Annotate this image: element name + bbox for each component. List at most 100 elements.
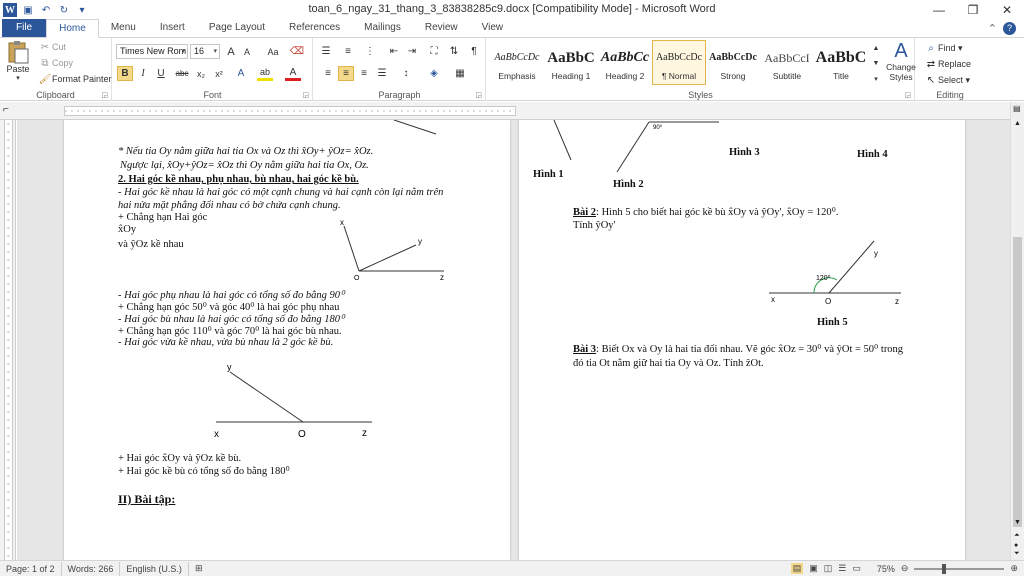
tab-insert[interactable]: Insert bbox=[148, 19, 197, 37]
shrink-font-button[interactable]: A bbox=[239, 44, 255, 59]
save-icon[interactable]: ▣ bbox=[21, 3, 35, 17]
styles-dialog-launcher-icon[interactable]: ◲ bbox=[904, 91, 911, 99]
replace-button[interactable]: ⇄ Replace bbox=[924, 57, 971, 71]
close-button[interactable]: ✕ bbox=[990, 0, 1024, 20]
format-painter-button[interactable]: 🖌 Format Painter bbox=[38, 72, 112, 86]
document-canvas[interactable]: x y O z y x O z * Nếu tia Oy nằm giữa ha… bbox=[17, 120, 1010, 560]
find-button[interactable]: ⌕ Find ▾ bbox=[924, 41, 962, 55]
tab-menu[interactable]: Menu bbox=[99, 19, 148, 37]
strikethrough-button[interactable]: abc bbox=[173, 66, 191, 81]
select-button[interactable]: ↖ Select ▾ bbox=[924, 73, 970, 87]
fig2-ray-oy bbox=[229, 371, 304, 423]
style-item[interactable]: AaBbCcDc Strong bbox=[706, 40, 760, 85]
style-item[interactable]: AaBbCcI Subtitle bbox=[760, 40, 814, 85]
align-right-icon[interactable]: ≡ bbox=[356, 66, 372, 81]
dialog-launcher-icon[interactable]: ◲ bbox=[101, 91, 108, 99]
style-item[interactable]: AaBbC Title bbox=[814, 40, 868, 85]
font-name-combo[interactable]: Times New Rom ▾ bbox=[116, 44, 188, 59]
page-count[interactable]: Page: 1 of 2 bbox=[0, 561, 62, 576]
full-screen-icon[interactable]: ▣ bbox=[809, 563, 818, 574]
bullets-icon[interactable]: ☰ bbox=[318, 44, 334, 59]
shading-icon[interactable]: ◈ bbox=[426, 66, 442, 81]
style-item[interactable]: AaBbCcDc ¶ Normal bbox=[652, 40, 706, 85]
multilevel-list-icon[interactable]: ⋮ bbox=[362, 44, 378, 59]
restore-button[interactable]: ❐ bbox=[956, 0, 990, 20]
show-marks-button[interactable]: ¶ bbox=[466, 44, 482, 59]
horizontal-ruler[interactable]: ⌐ bbox=[0, 102, 1024, 120]
zoom-in-icon[interactable]: ⊕ bbox=[1010, 563, 1018, 574]
italic-button[interactable]: I bbox=[135, 66, 151, 81]
next-page-icon[interactable]: ⏷ bbox=[1014, 550, 1020, 558]
font-label: Font bbox=[203, 90, 222, 100]
numbering-icon[interactable]: ≡ bbox=[340, 44, 356, 59]
scroll-up-icon[interactable]: ▲ bbox=[1014, 120, 1021, 127]
page-1[interactable]: x y O z y x O z * Nếu tia Oy nằm giữa ha… bbox=[64, 120, 510, 560]
zoom-slider-handle[interactable] bbox=[942, 563, 947, 574]
chinese-layout-icon[interactable]: ⛶ bbox=[426, 44, 442, 59]
text-effects-icon[interactable]: A bbox=[233, 66, 249, 81]
vertical-ruler[interactable] bbox=[0, 120, 16, 560]
redo-icon[interactable]: ↻ bbox=[57, 3, 71, 17]
word-logo-icon[interactable]: W bbox=[3, 3, 17, 17]
style-item[interactable]: AaBbCcDc Emphasis bbox=[490, 40, 544, 85]
clear-format-icon[interactable]: ⌫ bbox=[289, 44, 305, 59]
paste-button[interactable]: Paste ▾ bbox=[4, 40, 32, 82]
underline-button[interactable]: U bbox=[153, 66, 169, 81]
tab-references[interactable]: References bbox=[277, 19, 352, 37]
highlight-button[interactable]: ab bbox=[257, 66, 273, 81]
language[interactable]: English (U.S.) bbox=[120, 561, 189, 576]
outline-icon[interactable]: ☰ bbox=[838, 563, 846, 574]
draft-icon[interactable]: ▭ bbox=[852, 563, 861, 574]
ruler-toggle-icon[interactable]: ▤ bbox=[1013, 104, 1021, 113]
zoom-slider[interactable] bbox=[914, 563, 1005, 574]
scrollbar-thumb[interactable] bbox=[1013, 237, 1022, 527]
subscript-button[interactable]: x₂ bbox=[193, 66, 209, 81]
macro-icon[interactable]: ⊞ bbox=[189, 563, 203, 574]
tab-mailings[interactable]: Mailings bbox=[352, 19, 413, 37]
sort-icon[interactable]: ⇅ bbox=[446, 44, 462, 59]
font-dialog-launcher-icon[interactable]: ◲ bbox=[302, 91, 309, 99]
help-icon[interactable]: ? bbox=[1003, 21, 1016, 35]
web-layout-icon[interactable]: ◫ bbox=[824, 563, 833, 574]
zoom-out-icon[interactable]: ⊖ bbox=[901, 563, 909, 574]
change-styles-button[interactable]: A Change Styles bbox=[882, 40, 920, 82]
title-bar: W ▣ ↶ ↻ ▾ toan_6_ngay_31_thang_3_8383828… bbox=[0, 0, 1024, 20]
browse-object-icon[interactable]: ● bbox=[1014, 542, 1018, 549]
style-item[interactable]: AaBbCc Heading 2 bbox=[598, 40, 652, 85]
align-left-icon[interactable]: ≡ bbox=[320, 66, 336, 81]
tab-selector-icon[interactable]: ⌐ bbox=[3, 104, 9, 115]
tab-review[interactable]: Review bbox=[413, 19, 470, 37]
fig1-label-y: y bbox=[418, 237, 422, 246]
tab-home[interactable]: Home bbox=[46, 19, 99, 38]
undo-icon[interactable]: ↶ bbox=[39, 3, 53, 17]
minimize-button[interactable]: — bbox=[922, 0, 956, 20]
tab-page-layout[interactable]: Page Layout bbox=[197, 19, 277, 37]
font-color-button[interactable]: A bbox=[285, 66, 301, 81]
bold-button[interactable]: B bbox=[117, 66, 133, 81]
tab-view[interactable]: View bbox=[470, 19, 516, 37]
line-spacing-icon[interactable]: ↕ bbox=[398, 66, 414, 81]
previous-page-icon[interactable]: ⏶ bbox=[1014, 532, 1020, 540]
superscript-button[interactable]: x² bbox=[211, 66, 227, 81]
justify-icon[interactable]: ☰ bbox=[374, 66, 390, 81]
tab-file[interactable]: File bbox=[2, 19, 47, 37]
align-center-icon[interactable]: ≡ bbox=[338, 66, 354, 81]
cut-button[interactable]: ✂ Cut bbox=[38, 40, 66, 54]
paragraph-dialog-launcher-icon[interactable]: ◲ bbox=[475, 91, 482, 99]
vertical-scrollbar[interactable]: ▤ ▲ ▼ ⏶ ● ⏷ bbox=[1010, 102, 1024, 560]
font-size-combo[interactable]: 16 ▾ bbox=[190, 44, 220, 59]
decrease-indent-icon[interactable]: ⇤ bbox=[386, 44, 402, 59]
page-2[interactable]: 90⁰ 120⁰ y x O z Hình 1 Hình 2 Hình 3 Hì… bbox=[519, 120, 965, 560]
print-layout-icon[interactable]: ▤ bbox=[790, 563, 804, 574]
minimize-ribbon-icon[interactable]: ⌃ bbox=[988, 22, 997, 35]
change-case-button[interactable]: Aa bbox=[263, 44, 283, 59]
customize-icon[interactable]: ▾ bbox=[75, 3, 89, 17]
scroll-down-icon[interactable]: ▼ bbox=[1014, 519, 1021, 526]
copy-button[interactable]: ⧉ Copy bbox=[38, 56, 73, 70]
increase-indent-icon[interactable]: ⇥ bbox=[404, 44, 420, 59]
word-count[interactable]: Words: 266 bbox=[62, 561, 121, 576]
style-item[interactable]: AaBbC Heading 1 bbox=[544, 40, 598, 85]
grow-font-button[interactable]: A bbox=[223, 44, 239, 59]
borders-icon[interactable]: ▦ bbox=[452, 66, 468, 81]
zoom-level[interactable]: 75% bbox=[877, 564, 895, 574]
